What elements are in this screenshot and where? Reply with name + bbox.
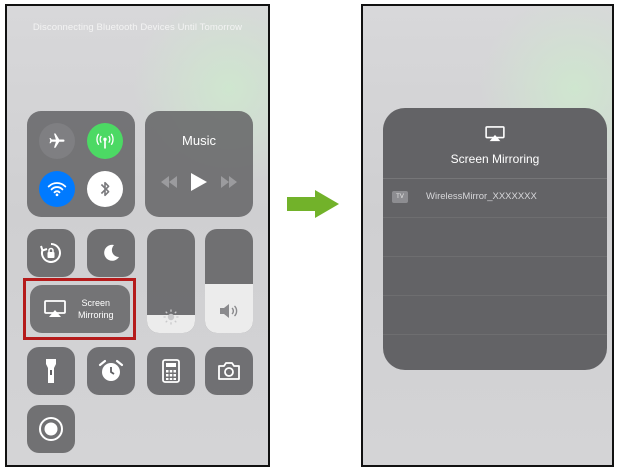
moon-icon bbox=[104, 244, 119, 261]
rewind-icon[interactable] bbox=[161, 176, 177, 188]
speaker-icon bbox=[220, 304, 238, 318]
cellular-icon bbox=[96, 133, 114, 149]
alarm-icon bbox=[98, 359, 124, 381]
record-icon bbox=[39, 417, 63, 441]
connectivity-tile bbox=[27, 111, 135, 217]
music-title: Music bbox=[182, 133, 216, 148]
empty-row bbox=[383, 296, 607, 335]
fast-forward-icon[interactable] bbox=[221, 176, 237, 188]
flashlight-icon bbox=[46, 359, 56, 383]
airplay-icon bbox=[485, 126, 505, 142]
device-row[interactable]: TV WirelessMirror_XXXXXXX bbox=[383, 179, 607, 218]
empty-row bbox=[383, 257, 607, 296]
screen-record-button[interactable] bbox=[27, 405, 75, 453]
volume-slider[interactable] bbox=[205, 229, 253, 333]
calculator-icon bbox=[162, 359, 180, 383]
device-name: WirelessMirror_XXXXXXX bbox=[426, 191, 537, 202]
bluetooth-banner: Disconnecting Bluetooth Devices Until To… bbox=[32, 22, 243, 33]
cellular-data-button[interactable] bbox=[87, 123, 123, 159]
panel-title: Screen Mirroring bbox=[450, 152, 540, 166]
music-controls bbox=[145, 173, 253, 191]
arrow-right-icon bbox=[287, 190, 339, 218]
music-tile[interactable]: Music bbox=[145, 111, 253, 217]
screen-mirroring-screen: Screen Mirroring TV WirelessMirror_XXXXX… bbox=[361, 4, 614, 467]
camera-icon bbox=[218, 362, 240, 380]
rotation-lock-button[interactable] bbox=[27, 229, 75, 277]
bluetooth-icon bbox=[100, 181, 110, 197]
do-not-disturb-button[interactable] bbox=[87, 229, 135, 277]
calculator-button[interactable] bbox=[147, 347, 195, 395]
brightness-icon bbox=[163, 309, 179, 325]
panel-header: Screen Mirroring bbox=[383, 108, 607, 179]
appletv-icon: TV bbox=[392, 191, 408, 203]
flashlight-button[interactable] bbox=[27, 347, 75, 395]
control-center-screen: Disconnecting Bluetooth Devices Until To… bbox=[5, 4, 270, 467]
rotation-lock-icon bbox=[40, 243, 61, 263]
airplane-mode-button[interactable] bbox=[39, 123, 75, 159]
wifi-icon bbox=[47, 182, 67, 197]
bluetooth-button[interactable] bbox=[87, 171, 123, 207]
airplane-icon bbox=[49, 133, 65, 148]
play-icon[interactable] bbox=[191, 173, 207, 191]
wifi-button[interactable] bbox=[39, 171, 75, 207]
highlight-box bbox=[23, 278, 136, 340]
empty-row bbox=[383, 218, 607, 257]
alarm-button[interactable] bbox=[87, 347, 135, 395]
screen-mirroring-panel: Screen Mirroring TV WirelessMirror_XXXXX… bbox=[383, 108, 607, 370]
brightness-slider[interactable] bbox=[147, 229, 195, 333]
camera-button[interactable] bbox=[205, 347, 253, 395]
